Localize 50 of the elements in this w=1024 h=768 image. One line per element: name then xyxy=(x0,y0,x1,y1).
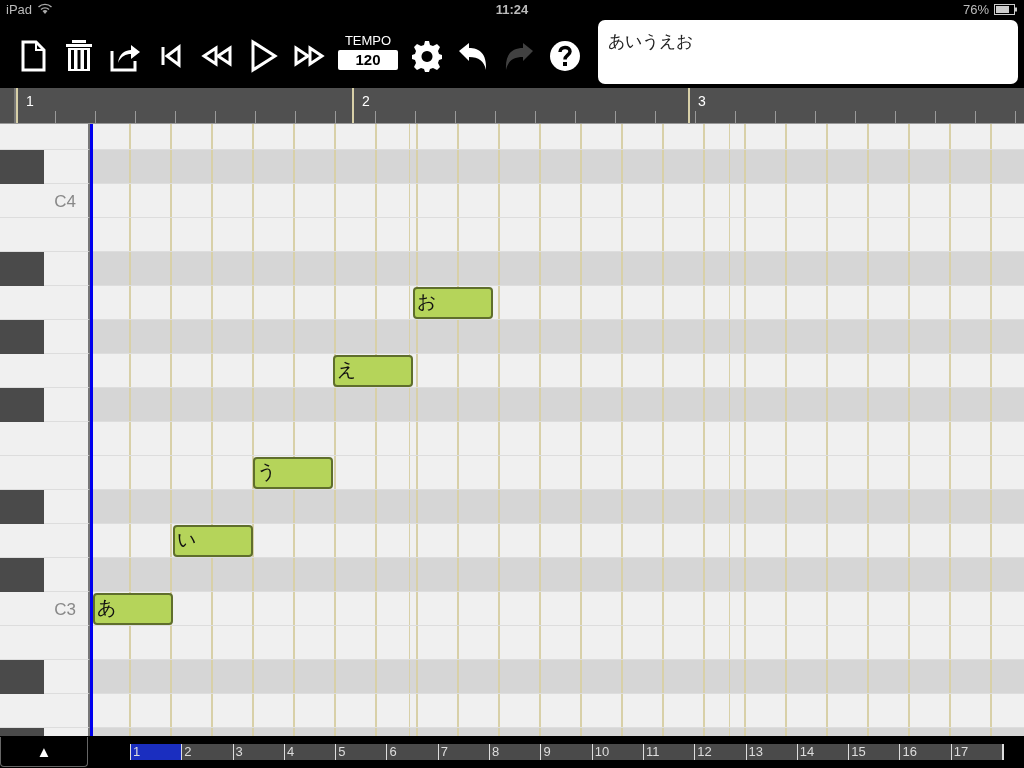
piano-key[interactable] xyxy=(0,286,90,320)
clock: 11:24 xyxy=(495,1,529,17)
toggle-button[interactable]: ▲ xyxy=(0,737,88,767)
measure-segment[interactable]: 11 xyxy=(642,744,695,760)
device-name: iPad xyxy=(6,1,33,17)
measure-segment[interactable]: 9 xyxy=(540,744,592,760)
measure-segment[interactable]: 8 xyxy=(489,744,541,760)
piano-key[interactable] xyxy=(0,124,90,150)
measure-segment[interactable]: 14 xyxy=(796,744,849,760)
note-block[interactable]: え xyxy=(333,355,413,387)
measure-segment[interactable]: 1 xyxy=(130,744,182,760)
measure-segment[interactable]: 3 xyxy=(232,744,284,760)
piano-key[interactable] xyxy=(0,320,90,354)
measure-number: 3 xyxy=(698,93,706,109)
piano-key[interactable] xyxy=(0,218,90,252)
measure-number: 1 xyxy=(26,93,34,109)
piano-key[interactable] xyxy=(0,694,90,728)
tempo-label: TEMPO xyxy=(344,32,392,48)
tempo-field[interactable]: 120 xyxy=(338,49,398,70)
measure-segment[interactable]: 16 xyxy=(899,744,951,760)
measure-segment[interactable]: 10 xyxy=(591,744,643,760)
piano-key[interactable] xyxy=(0,252,90,286)
wifi-icon xyxy=(37,3,54,15)
piano-key[interactable] xyxy=(0,660,90,694)
note-block[interactable]: い xyxy=(173,525,253,557)
battery-percent: 76% xyxy=(962,1,989,17)
piano-key[interactable] xyxy=(0,490,90,524)
piano-key[interactable] xyxy=(0,626,90,660)
measure-segment[interactable]: 2 xyxy=(181,744,233,760)
note-block[interactable]: う xyxy=(253,457,333,489)
piano-key[interactable] xyxy=(0,456,90,490)
piano-key[interactable] xyxy=(0,558,90,592)
piano-key[interactable] xyxy=(0,388,90,422)
measure-segment[interactable]: 17 xyxy=(950,744,1003,760)
piano-key[interactable] xyxy=(0,422,90,456)
measure-segment[interactable]: 6 xyxy=(386,744,438,760)
measure-segment[interactable]: 5 xyxy=(335,744,387,760)
piano-key[interactable] xyxy=(0,150,90,184)
measure-segment[interactable]: 13 xyxy=(745,744,797,760)
measure-segment[interactable]: 15 xyxy=(848,744,900,760)
measure-segment[interactable]: 4 xyxy=(283,744,336,760)
lyrics-field[interactable]: あいうえお xyxy=(598,20,1018,84)
note-block[interactable]: お xyxy=(413,287,493,319)
battery-icon xyxy=(994,3,1018,15)
note-block[interactable]: あ xyxy=(93,593,173,625)
measure-segment[interactable]: 12 xyxy=(694,744,746,760)
piano-key[interactable] xyxy=(0,524,90,558)
measure-segment[interactable]: 7 xyxy=(437,744,490,760)
piano-key[interactable] xyxy=(0,354,90,388)
measure-number: 2 xyxy=(362,93,370,109)
